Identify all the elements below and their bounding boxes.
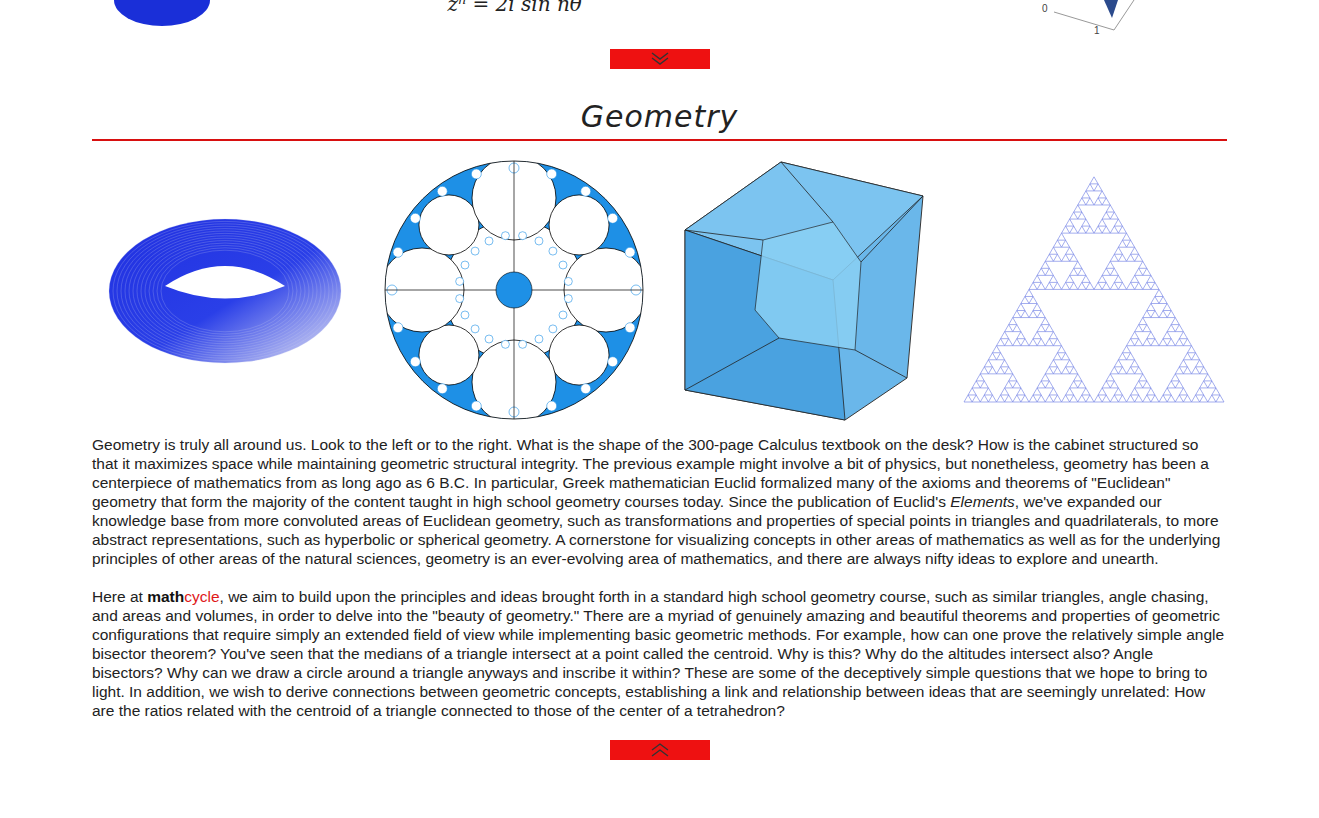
blob-icon bbox=[112, 0, 222, 30]
plot-tick: 0 bbox=[1042, 3, 1048, 14]
hypercube-icon bbox=[683, 160, 925, 422]
torus-icon bbox=[107, 216, 343, 366]
plot-tick: 1 bbox=[1094, 25, 1100, 36]
title-rule bbox=[92, 139, 1227, 141]
sierpinski-figure bbox=[961, 159, 1227, 423]
page: zⁿ = 2i sin nθ 01 Geometry Geometry is t… bbox=[92, 0, 1227, 760]
hypercube-figure bbox=[672, 159, 938, 423]
blob-cell bbox=[92, 0, 358, 40]
plot-cell: 01 bbox=[961, 0, 1227, 40]
nav-row bbox=[92, 740, 1227, 760]
brand-name: mathcycle bbox=[147, 588, 219, 605]
chevron-down-icon bbox=[649, 51, 671, 67]
previous-section-strip: zⁿ = 2i sin nθ 01 bbox=[92, 0, 1227, 40]
image-gallery bbox=[92, 159, 1227, 423]
hyperbolic-tiling-figure bbox=[382, 159, 648, 423]
intro-paragraph: Geometry is truly all around us. Look to… bbox=[92, 435, 1227, 568]
section-title: Geometry bbox=[92, 97, 1227, 137]
sierpinski-triangle-icon bbox=[962, 176, 1226, 406]
torus-figure bbox=[92, 159, 358, 423]
mission-paragraph: Here at mathcycle, we aim to build upon … bbox=[92, 587, 1227, 720]
hyperbolic-disk-icon bbox=[384, 160, 646, 422]
empty-cell bbox=[672, 0, 938, 40]
formula-cell: zⁿ = 2i sin nθ bbox=[382, 0, 648, 40]
formula: zⁿ = 2i sin nθ bbox=[447, 0, 581, 16]
chevron-up-icon bbox=[649, 742, 671, 758]
scroll-down-button[interactable] bbox=[610, 49, 710, 69]
plot-icon: 01 bbox=[1034, 0, 1154, 38]
scroll-up-button[interactable] bbox=[610, 740, 710, 760]
nav-row bbox=[92, 49, 1227, 69]
